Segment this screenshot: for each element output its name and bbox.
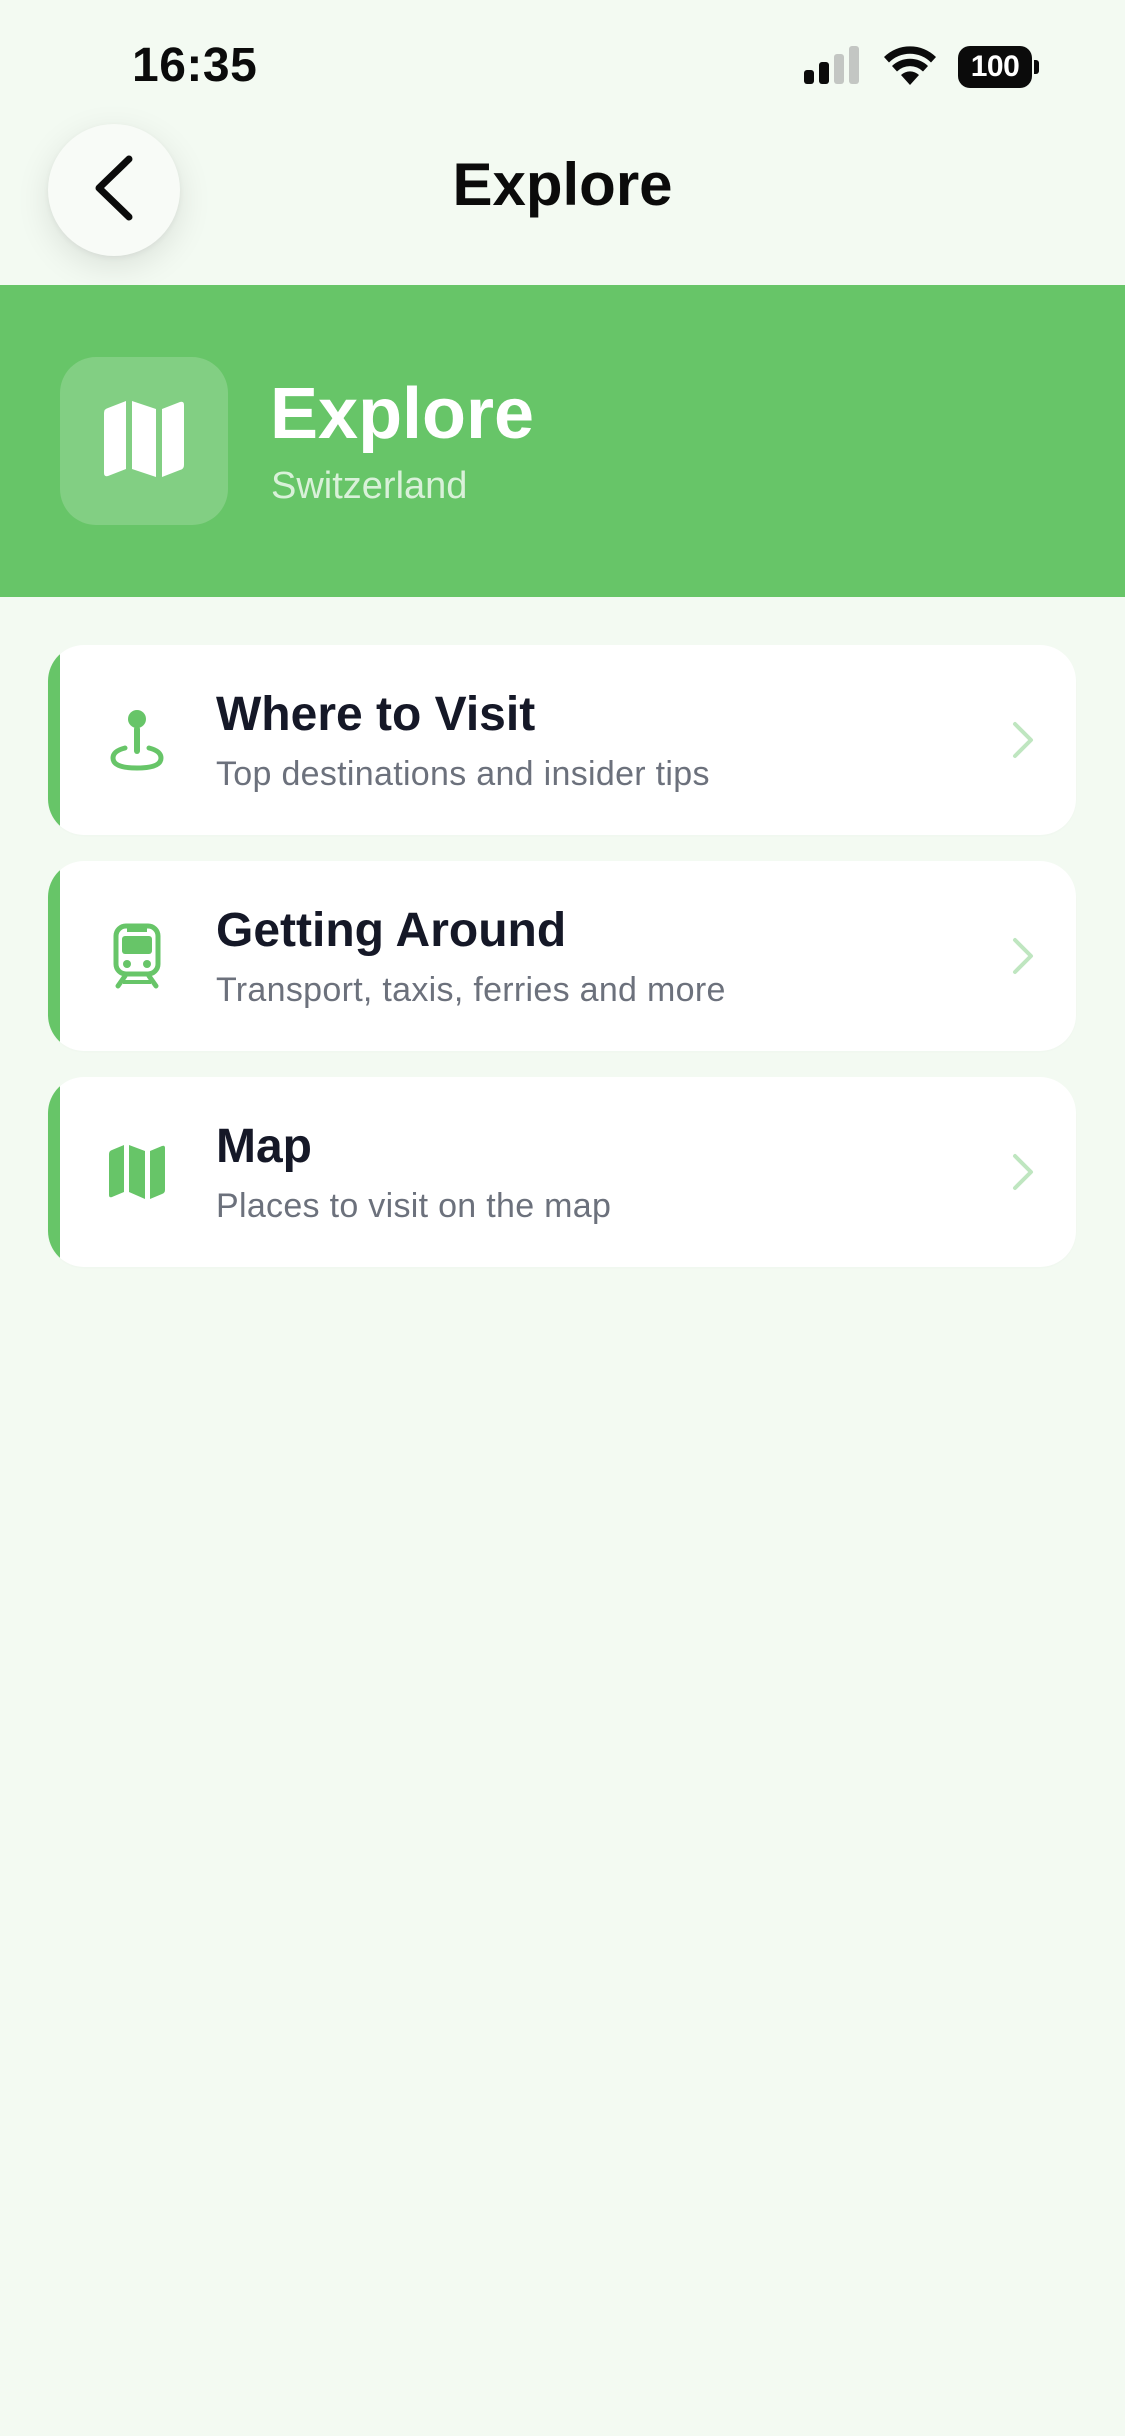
card-accent bbox=[48, 861, 60, 1051]
menu-item-map[interactable]: Map Places to visit on the map bbox=[48, 1077, 1076, 1267]
battery-level: 100 bbox=[958, 46, 1032, 88]
card-title: Map bbox=[216, 1120, 312, 1173]
signal-icon bbox=[804, 45, 862, 89]
menu-item-where-to-visit[interactable]: Where to Visit Top destinations and insi… bbox=[48, 645, 1076, 835]
map-icon bbox=[104, 1139, 170, 1205]
status-icons: 100 bbox=[804, 40, 1039, 94]
menu-item-getting-around[interactable]: Getting Around Transport, taxis, ferries… bbox=[48, 861, 1076, 1051]
page-title: Explore bbox=[452, 151, 673, 218]
status-bar: 16:35 100 bbox=[0, 0, 1125, 130]
hero-banner: Explore Switzerland bbox=[0, 285, 1125, 597]
chevron-right-icon bbox=[1008, 1149, 1038, 1195]
card-accent bbox=[48, 1077, 60, 1267]
menu-list: Where to Visit Top destinations and insi… bbox=[48, 645, 1076, 1293]
location-pin-icon bbox=[104, 707, 170, 773]
hero-title: Explore bbox=[270, 374, 535, 454]
map-icon bbox=[102, 399, 186, 484]
chevron-right-icon bbox=[1008, 717, 1038, 763]
card-title: Where to Visit bbox=[216, 688, 536, 741]
card-description: Top destinations and insider tips bbox=[216, 755, 710, 793]
battery-icon: 100 bbox=[958, 46, 1039, 88]
battery-tip bbox=[1034, 60, 1039, 74]
card-description: Places to visit on the map bbox=[216, 1187, 612, 1225]
card-accent bbox=[48, 645, 60, 835]
card-title: Getting Around bbox=[216, 904, 567, 957]
chevron-right-icon bbox=[1008, 933, 1038, 979]
hero-icon-box bbox=[60, 357, 228, 525]
hero-subtitle: Switzerland bbox=[271, 465, 468, 507]
train-icon bbox=[104, 923, 170, 989]
status-time: 16:35 bbox=[132, 39, 258, 92]
card-description: Transport, taxis, ferries and more bbox=[216, 971, 726, 1009]
wifi-icon bbox=[884, 45, 936, 90]
